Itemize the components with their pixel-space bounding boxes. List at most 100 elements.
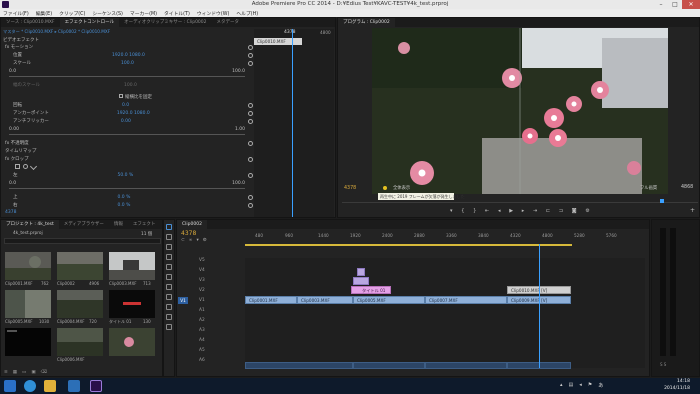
clip-v1[interactable]: Clip0007.MXF bbox=[425, 296, 507, 304]
out-point-icon[interactable]: } bbox=[473, 208, 476, 214]
network-icon[interactable]: ▤ bbox=[569, 382, 574, 390]
clock-time[interactable]: 14:18 bbox=[650, 379, 690, 384]
rate-stretch-tool-icon[interactable] bbox=[166, 264, 172, 270]
tab-media-browser[interactable]: メディアブラウザー bbox=[59, 220, 109, 229]
tray-arrow-icon[interactable]: ▴ bbox=[560, 382, 563, 390]
effect-row[interactable]: 幅のスケール 100.0 bbox=[13, 82, 137, 89]
slider-track[interactable] bbox=[9, 134, 245, 135]
new-item-icon[interactable]: ▣ bbox=[31, 370, 35, 376]
timeline-settings-icon[interactable]: ⚙ bbox=[203, 238, 207, 243]
track-label[interactable]: A4 bbox=[199, 338, 205, 343]
audio-clip[interactable] bbox=[425, 362, 507, 369]
tab-audio-mixer[interactable]: オーディオクリップミキサー : Clip0002 bbox=[119, 18, 211, 27]
play-icon[interactable]: ▶ bbox=[509, 208, 513, 214]
list-view-icon[interactable]: ≡ bbox=[4, 370, 8, 376]
minimize-button[interactable]: – bbox=[654, 0, 668, 9]
reset-icon[interactable] bbox=[248, 173, 253, 178]
track-label[interactable]: A5 bbox=[199, 348, 205, 353]
clip-v1[interactable]: Clip0005.MXF bbox=[353, 296, 425, 304]
thumb-clip-flower[interactable] bbox=[109, 328, 155, 356]
effect-row[interactable]: 回転 0.0 bbox=[13, 102, 129, 109]
effect-row[interactable]: スケール 100.0 bbox=[13, 60, 134, 67]
effect-row[interactable]: 縦横比を固定 bbox=[119, 94, 152, 101]
audio-clip[interactable] bbox=[353, 362, 425, 369]
breadcrumb[interactable]: マスター * Clip0010.MXF ▸ Clip0002 * Clip001… bbox=[3, 29, 110, 35]
add-marker-icon[interactable]: ▾ bbox=[197, 238, 199, 243]
add-button-icon[interactable]: + bbox=[690, 207, 695, 214]
start-button-icon[interactable] bbox=[4, 380, 16, 392]
in-point-icon[interactable]: { bbox=[461, 208, 464, 214]
delete-icon[interactable]: ⌫ bbox=[41, 370, 47, 376]
track-label[interactable]: V2 bbox=[199, 288, 205, 293]
flag-icon[interactable]: ⚑ bbox=[588, 382, 592, 390]
effect-row[interactable]: タイムリマップ bbox=[5, 148, 36, 155]
tab-effects[interactable]: エフェクト bbox=[128, 220, 161, 229]
tab-program[interactable]: プログラム : Clip0002 bbox=[338, 18, 395, 27]
linked-icon[interactable]: ∞ bbox=[189, 238, 193, 243]
effect-row[interactable]: 0.0 100.0 bbox=[9, 68, 249, 75]
scrub-bar[interactable] bbox=[342, 202, 698, 203]
clip-v1[interactable]: Clip0003.MXF bbox=[297, 296, 353, 304]
scrub-playhead[interactable] bbox=[660, 199, 664, 203]
track-label[interactable]: V1 bbox=[199, 298, 205, 303]
effect-row[interactable]: fx 不透明度 bbox=[5, 140, 29, 147]
reset-icon[interactable] bbox=[248, 111, 253, 116]
track-label[interactable]: A2 bbox=[199, 318, 205, 323]
effect-timeline[interactable]: 4378 4800 Clip0010.MXF bbox=[254, 29, 334, 217]
reset-icon[interactable] bbox=[248, 203, 253, 208]
reset-icon[interactable] bbox=[248, 119, 253, 124]
tab-effect-controls[interactable]: エフェクトコントロール bbox=[59, 18, 120, 27]
menu-help[interactable]: ヘルプ(H) bbox=[236, 10, 258, 17]
step-back-icon[interactable]: ◂ bbox=[498, 208, 501, 214]
track-area[interactable]: タイトル 01 Clip0010.MXF [V] Clip0001.MXF Cl… bbox=[245, 244, 645, 369]
explorer-icon[interactable] bbox=[44, 380, 56, 392]
ime-icon[interactable]: あ bbox=[598, 382, 603, 390]
effect-row[interactable]: アンチフリッカー 0.00 bbox=[13, 118, 131, 125]
meter-solo-buttons[interactable]: S S bbox=[660, 362, 676, 368]
effect-row[interactable]: 位置 1920.0 1080.0 bbox=[13, 52, 145, 59]
marker-add-icon[interactable]: ▾ bbox=[450, 208, 453, 214]
reset-icon[interactable] bbox=[248, 195, 253, 200]
effect-row[interactable]: 0.0 100.0 bbox=[9, 180, 249, 187]
reset-icon[interactable] bbox=[248, 103, 253, 108]
thumb-clip0001[interactable] bbox=[5, 252, 51, 280]
thumb-clip0002[interactable] bbox=[57, 252, 103, 280]
thumb-clip-black[interactable] bbox=[5, 328, 51, 356]
reset-icon[interactable] bbox=[248, 157, 253, 162]
tab-info[interactable]: 情報 bbox=[109, 220, 128, 229]
zoom-tool-icon[interactable] bbox=[166, 324, 172, 330]
slide-tool-icon[interactable] bbox=[166, 294, 172, 300]
project-search-input[interactable] bbox=[4, 238, 161, 244]
timeline-playhead[interactable] bbox=[539, 244, 540, 368]
source-patch-v1[interactable]: V1 bbox=[178, 297, 188, 304]
ie-icon[interactable] bbox=[24, 380, 36, 392]
reset-icon[interactable] bbox=[248, 45, 253, 50]
reset-icon[interactable] bbox=[248, 53, 253, 58]
mask-rect-icon[interactable] bbox=[15, 164, 20, 169]
playhead-line[interactable] bbox=[292, 29, 293, 217]
tab-sequence[interactable]: Clip0002 bbox=[177, 220, 207, 229]
track-label[interactable]: V5 bbox=[199, 258, 205, 263]
tab-metadata[interactable]: メタデータ bbox=[212, 18, 245, 27]
video-frame[interactable] bbox=[372, 28, 668, 194]
menu-title[interactable]: タイトル(T) bbox=[164, 10, 190, 17]
timeline-ruler[interactable]: 480 960 1440 1920 2400 2880 3360 3840 43… bbox=[245, 233, 645, 243]
media-app-icon[interactable] bbox=[68, 380, 80, 392]
slider-track[interactable] bbox=[9, 188, 245, 189]
insert-icon[interactable]: ⊏ bbox=[546, 208, 550, 214]
clock-date[interactable]: 2014/11/18 bbox=[650, 386, 690, 391]
tab-source[interactable]: ソース : Clip0010.MXF bbox=[1, 18, 60, 27]
pen-tool-icon[interactable] bbox=[166, 304, 172, 310]
overwrite-icon[interactable]: ⊐ bbox=[559, 208, 563, 214]
razor-tool-icon[interactable] bbox=[166, 274, 172, 280]
reset-icon[interactable] bbox=[248, 61, 253, 66]
snap-icon[interactable]: ⊂ bbox=[181, 238, 185, 243]
go-to-in-icon[interactable]: ⇤ bbox=[485, 208, 489, 214]
step-forward-icon[interactable]: ▸ bbox=[522, 208, 525, 214]
work-area-bar[interactable] bbox=[245, 244, 572, 246]
premiere-taskbar-icon[interactable] bbox=[90, 380, 102, 392]
effect-row[interactable]: fx クロップ bbox=[5, 156, 29, 163]
effect-clip-label[interactable]: Clip0010.MXF bbox=[254, 38, 302, 45]
new-bin-icon[interactable]: ▭ bbox=[22, 370, 26, 376]
slip-tool-icon[interactable] bbox=[166, 284, 172, 290]
